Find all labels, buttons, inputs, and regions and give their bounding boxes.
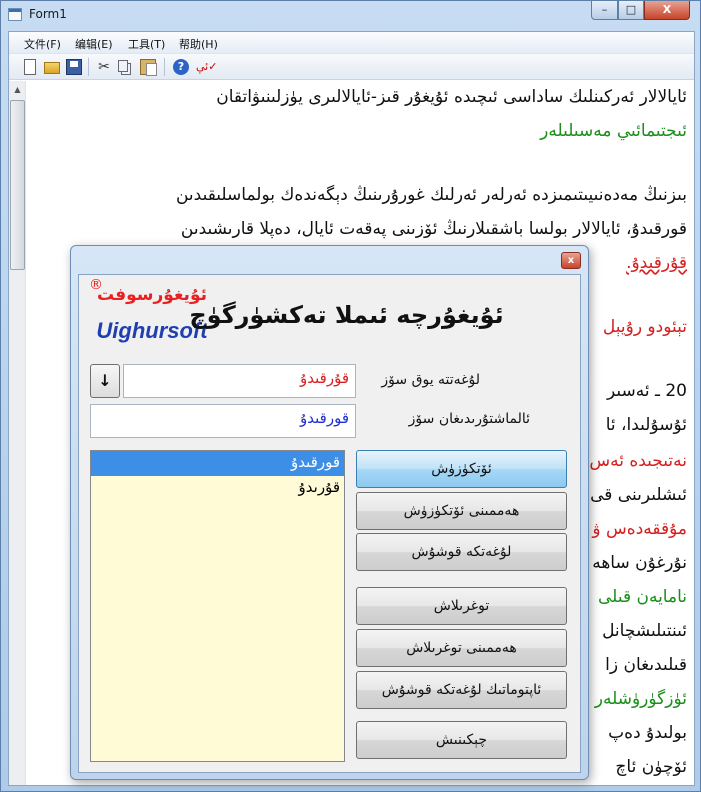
text-line: نەتىجىدە ئەس bbox=[589, 451, 687, 471]
scroll-up-arrow-icon[interactable]: ▲ bbox=[9, 81, 26, 98]
save-icon[interactable] bbox=[66, 59, 82, 75]
suggestion-item[interactable]: قۇرىدۇ bbox=[91, 476, 344, 501]
minimize-button[interactable]: – bbox=[591, 1, 618, 20]
text-line: مۇققەدەس ۋ bbox=[592, 519, 687, 539]
wrong-word-label: لۇغەتتە يوق سۆز bbox=[381, 372, 480, 388]
text-line: ئۇسۇلىدا، ئا bbox=[605, 415, 687, 435]
ignore-all-button[interactable]: ھەممىنى ئۆتكۈزۈش bbox=[356, 492, 567, 530]
text-line: نۇرغۇن ساھە bbox=[592, 553, 687, 573]
misspelled-word: قۇرقىدۇ. bbox=[626, 253, 687, 273]
suggestions-list[interactable]: قورقىدۇ قۇرىدۇ bbox=[90, 450, 345, 762]
text-line: ئايالالار ئەركىنلىك ساداسى ئىچىدە ئۇيغۇر… bbox=[216, 87, 687, 107]
arrow-down-icon[interactable]: ↓ bbox=[90, 364, 120, 398]
cancel-button[interactable]: چېكىنىش bbox=[356, 721, 567, 759]
close-button[interactable]: X bbox=[644, 1, 690, 20]
suggestion-item[interactable]: قورقىدۇ bbox=[91, 451, 344, 476]
autocorrect-button[interactable]: ئاپتوماتىك لۇغەتكە قوشۇش bbox=[356, 671, 567, 709]
change-all-button[interactable]: ھەممىنى توغرىلاش bbox=[356, 629, 567, 667]
toolbar-separator bbox=[164, 58, 165, 76]
text-line: ئۆچۈن ئاچ bbox=[615, 757, 687, 777]
text-line: ئىشلىرىنى قى bbox=[590, 485, 687, 505]
open-folder-icon[interactable] bbox=[44, 62, 60, 74]
menu-file[interactable]: 文件(F) bbox=[24, 36, 61, 52]
dialog-close-button[interactable]: x bbox=[561, 252, 581, 269]
app-icon bbox=[8, 8, 22, 21]
text-line: بىزنىڭ مەدەنىيىتىمىزدە ئەرلەر ئەرلىك غور… bbox=[175, 185, 687, 205]
menu-tools[interactable]: 工具(T) bbox=[128, 36, 165, 52]
cut-icon[interactable]: ✂ bbox=[96, 59, 112, 75]
copy-icon[interactable] bbox=[118, 60, 128, 72]
wrong-word-field[interactable]: قۇرقىدۇ bbox=[123, 364, 356, 398]
text-line: ئۈزگۈرۈشلەر bbox=[594, 689, 687, 709]
dialog-title: ئۇيغۇرچە ئىملا تەكشۈرگۈچ bbox=[189, 301, 504, 329]
vertical-scrollbar[interactable]: ▲ bbox=[9, 81, 26, 785]
menu-help[interactable]: 帮助(H) bbox=[179, 36, 218, 52]
dialog-body: ئۇيغۇرسوفت ® Uighursoft ئۇيغۇرچە ئىملا ت… bbox=[78, 274, 581, 773]
text-line: تېئودو رۇيېل bbox=[602, 317, 687, 337]
replacement-field[interactable]: قورقىدۇ bbox=[90, 404, 356, 438]
spell-check-icon[interactable]: ئې✓ bbox=[196, 59, 217, 75]
new-file-icon[interactable] bbox=[24, 59, 36, 75]
ignore-button[interactable]: ئۆتكۈزۈش bbox=[356, 450, 567, 488]
change-button[interactable]: توغرىلاش bbox=[356, 587, 567, 625]
text-line: ئىنتىلىشچانل bbox=[602, 621, 687, 641]
text-line: ئىجتىمائىي مەسىلىلەر bbox=[540, 121, 687, 141]
spell-check-dialog: x ئۇيغۇرسوفت ® Uighursoft ئۇيغۇرچە ئىملا… bbox=[70, 245, 589, 780]
window-title: Form1 bbox=[29, 7, 67, 21]
title-bar[interactable]: Form1 – □ X bbox=[1, 1, 700, 29]
menu-edit[interactable]: 编辑(E) bbox=[75, 36, 113, 52]
registered-mark: ® bbox=[89, 277, 103, 293]
text-line: نامايەن قىلى bbox=[598, 587, 687, 607]
text-line: قىلىدىغان زا bbox=[605, 655, 687, 675]
maximize-button[interactable]: □ bbox=[618, 1, 644, 20]
text-line: بولىدۇ دەپ bbox=[608, 723, 687, 743]
add-to-dictionary-button[interactable]: لۇغەتكە قوشۇش bbox=[356, 533, 567, 571]
toolbar-separator bbox=[88, 58, 89, 76]
main-window: Form1 – □ X 文件(F) 编辑(E) 工具(T) 帮助(H) ✂ ? … bbox=[0, 0, 701, 792]
text-line: قورقىدۇ، ئايالالار بولسا باشقىلارنىڭ ئۆز… bbox=[180, 219, 687, 239]
paste-icon[interactable] bbox=[140, 59, 157, 76]
scrollbar-thumb[interactable] bbox=[10, 100, 25, 270]
help-icon[interactable]: ? bbox=[173, 59, 189, 75]
replacement-label: ئالماشتۇرىدىغان سۆز bbox=[408, 411, 530, 427]
text-line: 20 ـ ئەسىر bbox=[606, 381, 687, 401]
menu-bar: 文件(F) 编辑(E) 工具(T) 帮助(H) bbox=[9, 32, 694, 54]
toolbar: ✂ ? ئې✓ bbox=[9, 54, 694, 80]
